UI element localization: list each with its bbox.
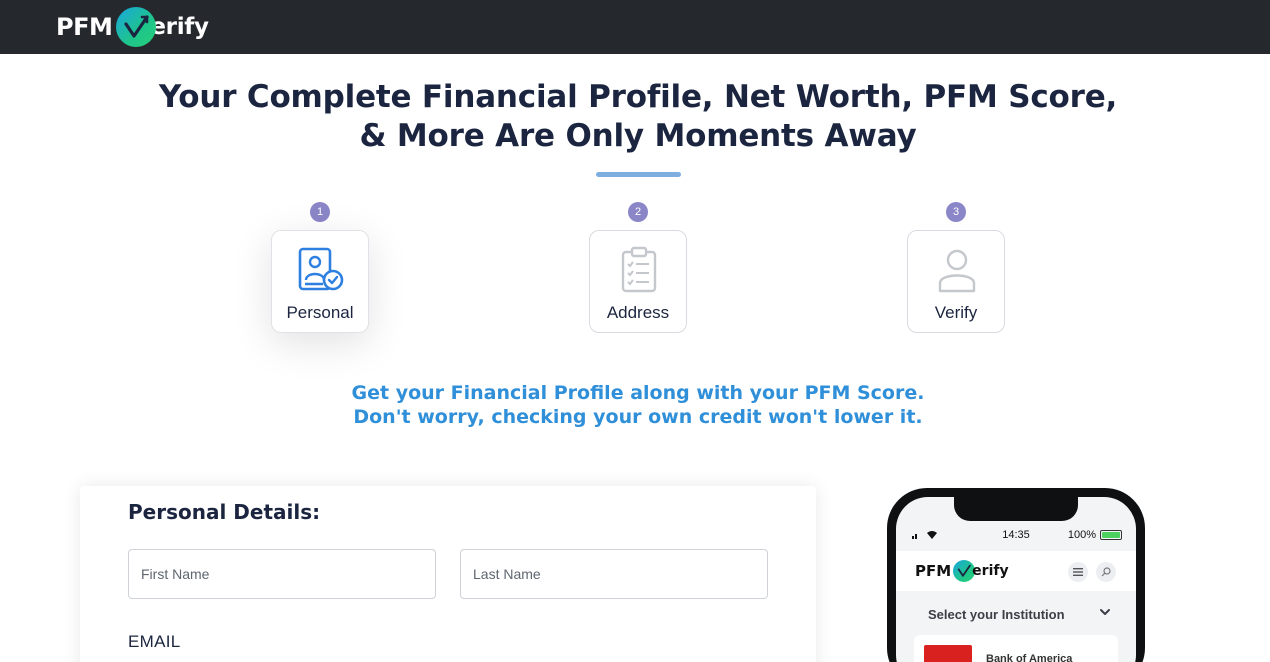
pfm-verify-logo[interactable]: PFM erify bbox=[56, 6, 209, 48]
step-label: Address bbox=[606, 303, 670, 322]
phone-notch bbox=[954, 497, 1078, 521]
personal-details-form: Personal Details: EMAIL bbox=[80, 486, 816, 662]
page-title-line-2: & More Are Only Moments Away bbox=[359, 118, 917, 154]
step-number-badge: 3 bbox=[946, 202, 966, 222]
institution-list-item[interactable]: Bank of America bbox=[914, 635, 1118, 662]
step-number-badge: 1 bbox=[310, 202, 330, 222]
chevron-down-icon bbox=[1100, 609, 1110, 615]
step-card-personal[interactable]: Personal bbox=[271, 230, 369, 333]
logo-v-checkmark-icon bbox=[116, 7, 157, 47]
phone-app-header: PFM erify bbox=[896, 551, 1136, 591]
last-name-input[interactable] bbox=[460, 549, 768, 599]
personal-id-icon bbox=[298, 247, 344, 291]
phone-mockup: 14:35 100% PFM erify Select your Institu… bbox=[887, 488, 1145, 662]
phone-logo-erify: erify bbox=[972, 563, 1009, 579]
page-title: Your Complete Financial Profile, Net Wor… bbox=[0, 78, 1270, 156]
select-institution-dropdown[interactable]: Select your Institution bbox=[896, 599, 1136, 629]
clipboard-icon bbox=[621, 246, 657, 293]
page-title-line-1: Your Complete Financial Profile, Net Wor… bbox=[158, 79, 1118, 115]
first-name-input[interactable] bbox=[128, 549, 436, 599]
institution-name: Bank of America bbox=[986, 653, 1073, 662]
logo-erify-text: erify bbox=[150, 14, 209, 40]
step-number-badge: 2 bbox=[628, 202, 648, 222]
logo-pfm-text: PFM bbox=[56, 13, 113, 41]
user-icon bbox=[938, 249, 976, 293]
step-card-verify[interactable]: Verify bbox=[907, 230, 1005, 333]
phone-logo-pfm: PFM bbox=[915, 562, 952, 580]
select-institution-label: Select your Institution bbox=[928, 607, 1065, 622]
subtitle-line-2: Don't worry, checking your own credit wo… bbox=[353, 406, 923, 428]
step-label: Verify bbox=[934, 303, 978, 322]
info-subtitle: Get your Financial Profile along with yo… bbox=[0, 381, 1270, 429]
step-card-address[interactable]: Address bbox=[589, 230, 687, 333]
battery-percent: 100% bbox=[1067, 529, 1096, 541]
step-label: Personal bbox=[286, 303, 354, 322]
form-heading: Personal Details: bbox=[128, 500, 321, 524]
email-label: EMAIL bbox=[128, 632, 181, 651]
title-underline-divider bbox=[596, 172, 681, 177]
top-navigation-bar: PFM erify bbox=[0, 0, 1270, 54]
bank-logo bbox=[924, 645, 972, 662]
subtitle-line-1: Get your Financial Profile along with yo… bbox=[351, 382, 925, 404]
phone-screen: 14:35 100% PFM erify Select your Institu… bbox=[896, 497, 1136, 662]
phone-app-logo: PFM erify bbox=[915, 560, 1009, 582]
hamburger-menu-icon[interactable] bbox=[1068, 562, 1088, 582]
search-icon[interactable] bbox=[1096, 562, 1116, 582]
status-battery: 100% bbox=[1068, 529, 1122, 541]
battery-icon bbox=[1100, 530, 1122, 540]
